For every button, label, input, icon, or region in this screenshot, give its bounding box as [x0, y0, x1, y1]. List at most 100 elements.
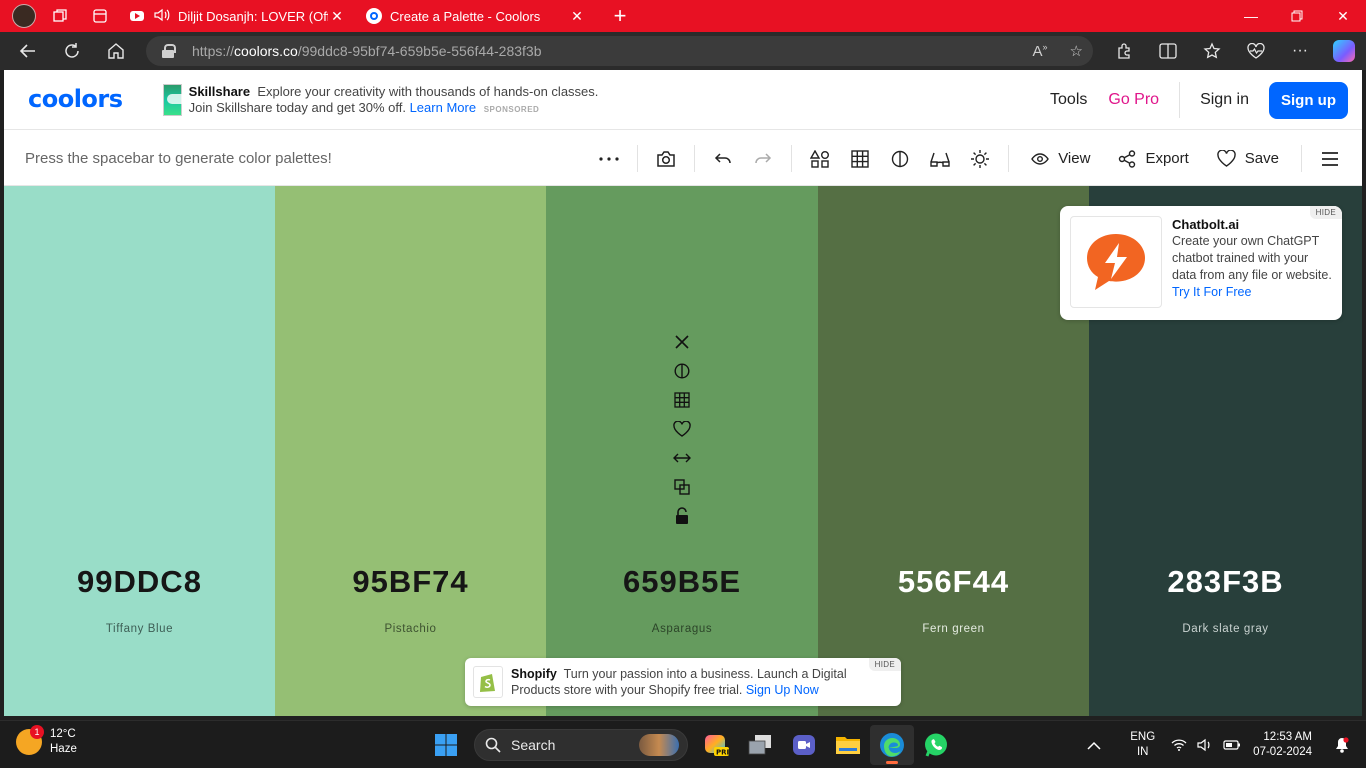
hex-code[interactable]: 283F3B [1089, 564, 1362, 600]
shades-icon[interactable] [672, 361, 692, 381]
refresh-icon[interactable] [50, 32, 94, 70]
extensions-icon[interactable] [1102, 32, 1146, 70]
workspaces-icon[interactable] [40, 0, 80, 32]
undo-icon[interactable] [703, 139, 743, 179]
teams-app[interactable] [782, 725, 826, 765]
color-name[interactable]: Dark slate gray [1089, 623, 1362, 635]
sign-up-button[interactable]: Sign up [1269, 81, 1348, 119]
tab-actions-icon[interactable] [80, 0, 120, 32]
drag-arrows-icon[interactable] [672, 448, 692, 468]
split-screen-icon[interactable] [1146, 32, 1190, 70]
export-button[interactable]: Export [1118, 149, 1189, 168]
color-name[interactable]: Asparagus [546, 623, 818, 635]
minimize-button[interactable]: — [1228, 0, 1274, 32]
camera-icon[interactable] [646, 139, 686, 179]
coolors-logo[interactable]: coolors [28, 85, 123, 113]
tools-menu[interactable]: Tools [1050, 91, 1087, 109]
file-explorer-app[interactable] [826, 725, 870, 765]
try-free-link[interactable]: Try It For Free [1172, 285, 1251, 299]
close-tab-icon[interactable]: ✕ [568, 8, 586, 25]
color-name[interactable]: Fern green [818, 623, 1089, 635]
weather-widget[interactable]: 1 12°C Haze [16, 725, 77, 757]
swatch-tools [670, 332, 694, 526]
favorites-icon[interactable] [1190, 32, 1234, 70]
contrast-icon[interactable] [880, 139, 920, 179]
remove-color-icon[interactable] [672, 332, 692, 352]
tab-youtube[interactable]: Diljit Dosanjh: LOVER (Offici ✕ [120, 0, 356, 32]
close-tab-icon[interactable]: ✕ [328, 8, 346, 25]
redo-icon[interactable] [743, 139, 783, 179]
notification-bell-icon[interactable] [1328, 737, 1356, 753]
address-bar[interactable]: https://coolors.co/99ddc8-95bf74-659b5e-… [146, 36, 1093, 66]
taskbar-search[interactable]: Search [474, 729, 688, 761]
glasses-icon[interactable] [920, 139, 960, 179]
copilot-icon[interactable] [1322, 32, 1366, 70]
toolbar-divider [1008, 145, 1010, 172]
clock-time: 12:53 AM [1263, 731, 1312, 743]
clock[interactable]: 12:53 AM 07-02-2024 [1253, 730, 1312, 760]
copy-hex-icon[interactable] [672, 477, 692, 497]
grid-icon[interactable] [840, 139, 880, 179]
weather-description: Haze [50, 743, 77, 755]
close-window-button[interactable]: ✕ [1320, 0, 1366, 32]
go-pro-link[interactable]: Go Pro [1108, 91, 1159, 109]
edge-browser-app[interactable] [870, 725, 914, 765]
hamburger-menu-icon[interactable] [1310, 139, 1350, 179]
ad-thumbnail[interactable] [163, 84, 191, 116]
restore-button[interactable] [1274, 0, 1320, 32]
favorite-star-icon[interactable]: ☆ [1070, 42, 1083, 60]
new-tab-button[interactable]: + [600, 0, 640, 32]
view-shades-grid-icon[interactable] [672, 390, 692, 410]
read-aloud-icon[interactable]: A» [1033, 42, 1048, 60]
unlocked-icon[interactable] [672, 506, 692, 526]
region-code: IN [1136, 746, 1149, 758]
lock-icon[interactable] [162, 44, 176, 58]
hex-code[interactable]: 556F44 [818, 564, 1089, 600]
browser-essentials-icon[interactable] [1234, 32, 1278, 70]
shapes-icon[interactable] [800, 139, 840, 179]
task-view-app[interactable] [738, 725, 782, 765]
color-swatch[interactable]: 99DDC8 Tiffany Blue [4, 186, 275, 716]
color-swatch[interactable]: 556F44 Fern green [818, 186, 1089, 716]
skillshare-ad[interactable]: Skillshare Explore your creativity with … [163, 84, 613, 118]
teams-video-icon [793, 735, 815, 755]
hex-code[interactable]: 95BF74 [275, 564, 546, 600]
ad-text-block: Shopify Turn your passion into a busines… [511, 666, 881, 698]
hex-code[interactable]: 659B5E [546, 564, 818, 600]
copilot-pre-app[interactable]: PRE [694, 725, 738, 765]
brightness-icon[interactable] [960, 139, 1000, 179]
chatbolt-ad[interactable]: HIDE Chatbolt.ai Create your own ChatGPT… [1060, 206, 1342, 320]
home-icon[interactable] [94, 32, 138, 70]
view-button[interactable]: View [1031, 150, 1090, 167]
start-button[interactable] [424, 725, 468, 765]
back-icon[interactable] [6, 32, 50, 70]
spacebar-hint: Press the spacebar to generate color pal… [25, 150, 332, 167]
system-tray: ENG IN 12:53 AM 07-02-2024 [1074, 721, 1366, 768]
ad-body: Create your own ChatGPT chatbot trained … [1172, 233, 1332, 301]
more-options-icon[interactable] [589, 139, 629, 179]
tab-coolors[interactable]: Create a Palette - Coolors ✕ [356, 0, 596, 32]
sign-in-link[interactable]: Sign in [1200, 91, 1249, 109]
more-menu-icon[interactable]: ··· [1278, 32, 1322, 70]
quick-settings[interactable] [1171, 738, 1241, 752]
shopify-ad[interactable]: HIDE Shopify Turn your passion into a bu… [465, 658, 901, 706]
hide-ad-button[interactable]: HIDE [1309, 206, 1342, 219]
favorite-color-icon[interactable] [672, 419, 692, 439]
sign-up-now-link[interactable]: Sign Up Now [746, 683, 819, 697]
ad-learn-more-link[interactable]: Learn More [410, 100, 476, 115]
save-button[interactable]: Save [1217, 150, 1279, 167]
whatsapp-app[interactable] [914, 725, 958, 765]
color-swatch[interactable]: 95BF74 Pistachio [275, 186, 546, 716]
profile-avatar[interactable] [0, 0, 40, 32]
hex-code[interactable]: 99DDC8 [4, 564, 275, 600]
chatbolt-logo-icon [1070, 216, 1162, 308]
input-language[interactable]: ENG IN [1130, 730, 1155, 760]
color-name[interactable]: Tiffany Blue [4, 623, 275, 635]
color-swatch[interactable]: 659B5E Asparagus [546, 186, 818, 716]
speaker-icon[interactable] [154, 8, 170, 25]
windows-taskbar: 1 12°C Haze Search PRE ENG IN 12:53 AM 0… [0, 720, 1366, 768]
show-hidden-icons-chevron-icon[interactable] [1074, 741, 1114, 750]
color-name[interactable]: Pistachio [275, 623, 546, 635]
shopify-logo-icon [473, 666, 503, 698]
task-view-icon [748, 735, 771, 755]
